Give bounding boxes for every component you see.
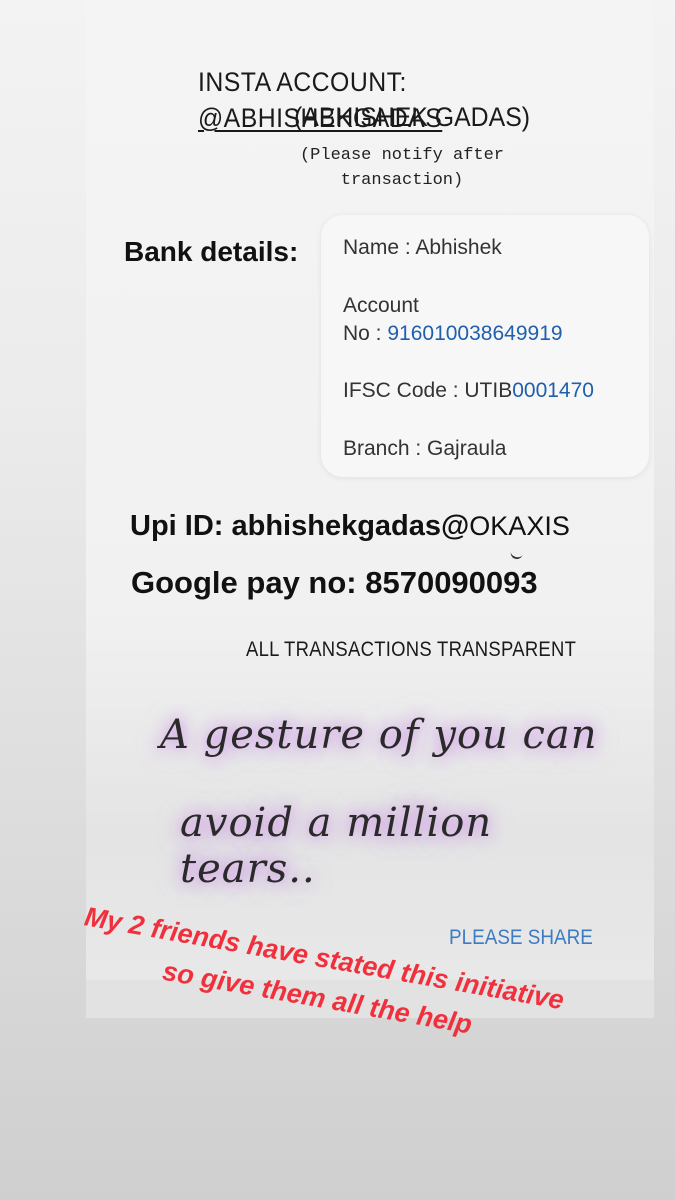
notify-line-2: transaction) [340,171,464,190]
notify-note: (Please notify after transaction) [262,143,542,193]
bank-details-label: Bank details: [124,236,299,267]
account-number[interactable]: 916010038649919 [387,322,562,345]
quote-line-1: A gesture of you can [160,712,598,758]
bank-account-number-line: No : 916010038649919 [343,322,563,346]
please-share-label: PLEASE SHARE [449,926,593,949]
insta-prefix: INSTA ACCOUNT: [198,67,407,97]
bank-account-label: Account [343,294,419,317]
google-pay-number: Google pay no: 8570090093 [131,565,538,600]
ifsc-number[interactable]: 0001470 [512,379,594,402]
bank-name: Name : Abhishek [343,236,502,259]
upi-id-line: Upi ID: abhishekgadas@OKAXIS [130,510,570,543]
transparency-note: ALL TRANSACTIONS TRANSPARENT [246,638,577,661]
insta-name: (ABHISHEK GADAS) [294,102,531,132]
ifsc-prefix: IFSC Code : UTIB [343,379,513,402]
upi-suffix: OKAXIS [469,511,570,541]
notify-line-1: (Please notify after [299,146,505,165]
bank-ifsc-line: IFSC Code : UTIB0001470 [343,379,594,403]
upi-label: Upi ID: abhishekgadas@ [130,510,470,542]
quote-line-2: avoid a million tears.. [180,800,493,892]
account-no-prefix: No : [343,322,388,345]
bank-branch: Branch : Gajraula [343,437,507,460]
